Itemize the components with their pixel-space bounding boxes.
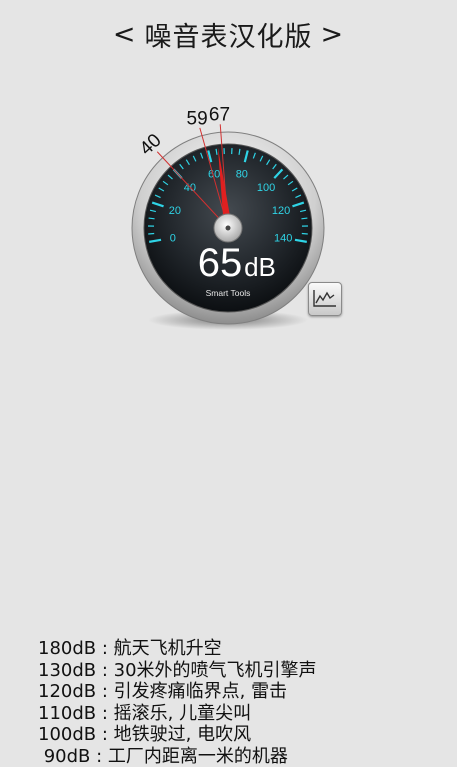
peak-marker-label: 40 bbox=[136, 130, 166, 160]
needle-hub-pin bbox=[226, 226, 231, 231]
list-item: 100dB : 地铁驶过, 电吹风 bbox=[38, 724, 317, 746]
prev-page-button[interactable]: < bbox=[105, 19, 145, 50]
list-item: 130dB : 30米外的喷气飞机引擎声 bbox=[38, 660, 317, 682]
gauge-tick-label: 100 bbox=[257, 182, 275, 194]
gauge-tick bbox=[149, 218, 155, 219]
app-title: 噪音表汉化版 bbox=[145, 15, 313, 54]
title-bar: < 噪音表汉化版 > bbox=[0, 14, 457, 54]
next-page-button[interactable]: > bbox=[313, 19, 353, 50]
brand-label: Smart Tools bbox=[206, 288, 251, 298]
history-chart-button[interactable] bbox=[308, 282, 342, 316]
decibel-unit: dB bbox=[244, 252, 276, 282]
peak-marker-label: 59 bbox=[187, 108, 208, 129]
gauge-tick-label: 80 bbox=[236, 169, 248, 181]
list-item: 110dB : 摇滚乐, 儿童尖叫 bbox=[38, 703, 317, 725]
gauge-tick bbox=[301, 218, 307, 219]
gauge-tick-label: 0 bbox=[170, 233, 176, 245]
list-item: 90dB : 工厂内距离一米的机器 bbox=[38, 746, 317, 767]
gauge-tick-label: 120 bbox=[272, 205, 290, 217]
gauge-dial: 020406080100120140 405967 65 dB Smart To… bbox=[120, 100, 330, 340]
decibel-gauge: 020406080100120140 405967 65 dB Smart To… bbox=[120, 100, 330, 340]
noise-reference-list: 180dB : 航天飞机升空 130dB : 30米外的喷气飞机引擎声 120d… bbox=[38, 638, 317, 767]
gauge-tick-label: 20 bbox=[169, 205, 181, 217]
line-chart-icon bbox=[313, 289, 337, 307]
decibel-value: 65 bbox=[198, 241, 243, 285]
gauge-tick-label: 140 bbox=[274, 233, 292, 245]
list-item: 120dB : 引发疼痛临界点, 雷击 bbox=[38, 681, 317, 703]
peak-marker-label: 67 bbox=[209, 104, 230, 125]
list-item: 180dB : 航天飞机升空 bbox=[38, 638, 317, 660]
